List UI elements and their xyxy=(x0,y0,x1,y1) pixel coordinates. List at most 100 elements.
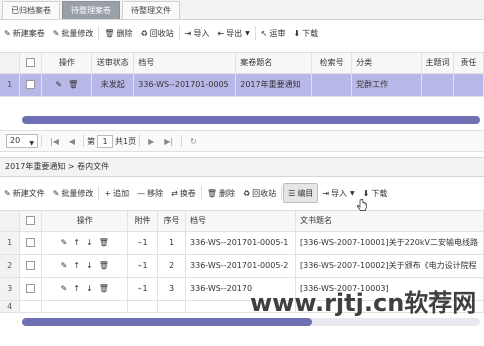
swap-icon: ⇄ xyxy=(171,188,178,198)
arrow-down-icon[interactable]: ↓ xyxy=(86,261,93,270)
pencil-icon: ✎ xyxy=(52,188,60,198)
batch-edit-label: 批量修改 xyxy=(61,188,94,198)
arrow-up-icon[interactable]: ↑ xyxy=(73,238,80,247)
row-attachment[interactable]: ⌁1 xyxy=(127,277,159,301)
horizontal-scrollbar[interactable] xyxy=(22,116,480,124)
tab-archived[interactable]: 已归档案卷 xyxy=(2,1,60,19)
trash-icon[interactable]: 🗑 xyxy=(68,80,78,89)
row-checkbox[interactable] xyxy=(26,284,36,293)
edit-icon[interactable]: ✎ xyxy=(55,80,62,89)
row-attachment[interactable]: ⌁1 xyxy=(127,231,159,255)
column-header-attachment[interactable]: 附件 xyxy=(127,211,159,232)
new-file-button[interactable]: ✎ 新建文件 xyxy=(0,183,49,203)
row-category: 党群工作 xyxy=(351,73,422,97)
new-volume-button[interactable]: ✎ 新建案卷 xyxy=(0,23,49,43)
row-attachment xyxy=(127,300,159,313)
export-button[interactable]: ⇤ 导出 ▼ xyxy=(213,23,253,43)
delete-label: 删除 xyxy=(218,188,235,198)
page-size-select[interactable]: 20 ▼ xyxy=(6,134,38,148)
row-checkbox[interactable] xyxy=(26,238,36,247)
column-header-code[interactable]: 档号 xyxy=(185,211,296,232)
edit-icon[interactable]: ✎ xyxy=(61,261,68,270)
first-page-icon[interactable]: |◀ xyxy=(50,137,59,146)
arrow-down-icon[interactable]: ↓ xyxy=(86,238,93,247)
tab-pending-volumes[interactable]: 待整理案卷 xyxy=(62,1,120,19)
row-keyword xyxy=(421,73,454,97)
page-number-input[interactable]: 1 xyxy=(97,134,114,148)
column-header-seq[interactable]: 序号 xyxy=(157,211,187,232)
arrow-up-icon[interactable]: ↑ xyxy=(73,261,80,270)
delete-button[interactable]: 🗑 删除 xyxy=(203,183,239,203)
plus-icon: + xyxy=(104,188,112,198)
column-header-responsible[interactable]: 责任 xyxy=(453,53,484,74)
column-header-actions[interactable]: 操作 xyxy=(41,53,93,74)
row-checkbox[interactable] xyxy=(26,80,36,89)
grid-header-row: 操作 送审状态 档号 案卷题名 检索号 分类 主题词 责任 xyxy=(0,53,484,74)
row-select-cell[interactable] xyxy=(19,277,43,301)
refresh-icon[interactable]: ↻ xyxy=(190,137,197,146)
new-volume-label: 新建案卷 xyxy=(12,28,45,38)
delete-button[interactable]: 🗑 删除 xyxy=(100,23,136,43)
import-button[interactable]: ⇥ 导入 ▼ xyxy=(318,183,358,203)
row-actions: ✎ ↑ ↓ 🗑 xyxy=(41,277,129,301)
row-select-cell[interactable] xyxy=(19,254,43,278)
recycle-bin-button[interactable]: ♻ 回收站 xyxy=(137,23,178,43)
prev-page-icon[interactable]: ◀ xyxy=(69,137,75,146)
last-page-icon[interactable]: ▶| xyxy=(164,137,173,146)
import-button[interactable]: ⇥ 导入 xyxy=(181,23,214,43)
tab-pending-files[interactable]: 待整理文件 xyxy=(122,1,180,19)
edit-icon[interactable]: ✎ xyxy=(61,238,68,247)
column-header-status[interactable]: 送审状态 xyxy=(91,53,135,74)
table-row[interactable]: 2 ✎ ↑ ↓ 🗑 ⌁1 2 336-WS--201701-0005-2 [336-W… xyxy=(0,254,484,278)
row-seq xyxy=(157,300,187,313)
scrollbar-thumb[interactable] xyxy=(22,318,312,326)
batch-edit-button[interactable]: ✎ 批量修改 xyxy=(49,183,98,203)
column-header-code[interactable]: 档号 xyxy=(133,53,237,74)
download-button[interactable]: ⬇ 下载 xyxy=(289,23,322,43)
column-header-search-no[interactable]: 检索号 xyxy=(311,53,353,74)
edit-icon[interactable]: ✎ xyxy=(61,284,68,293)
column-header-category[interactable]: 分类 xyxy=(351,53,422,74)
row-select-cell[interactable] xyxy=(19,231,43,255)
select-all-cell[interactable] xyxy=(19,53,43,74)
trash-icon[interactable]: 🗑 xyxy=(99,284,109,293)
import-label: 导入 xyxy=(193,28,210,38)
row-checkbox[interactable] xyxy=(26,261,36,270)
append-button[interactable]: + 追加 xyxy=(100,183,133,203)
breadcrumb: 2017年重要通知 > 卷内文件 xyxy=(0,157,484,177)
row-doc-title: [336-WS-2007-10001]关于220kV二安输电线路 xyxy=(295,231,484,255)
arrow-down-icon[interactable]: ↓ xyxy=(86,284,93,293)
pager-divider xyxy=(181,135,183,147)
column-header-actions[interactable]: 操作 xyxy=(41,211,129,232)
submit-review-button[interactable]: ↖ 运审 xyxy=(257,23,290,43)
table-row[interactable]: 1 ✎ 🗑 未发起 336-WS--201701-0005 2017年重要通知 党… xyxy=(0,73,484,97)
scrollbar-thumb[interactable] xyxy=(22,116,480,124)
remove-button[interactable]: — 移除 xyxy=(133,183,167,203)
trash-icon[interactable]: 🗑 xyxy=(99,238,109,247)
change-volume-label: 换卷 xyxy=(179,188,196,198)
table-row[interactable]: 1 ✎ ↑ ↓ 🗑 ⌁1 1 336-WS--201701-0005-1 [336-W… xyxy=(0,231,484,255)
page-total: 共1页 xyxy=(115,136,137,146)
arrow-up-icon[interactable]: ↑ xyxy=(73,284,80,293)
row-number: 2 xyxy=(0,254,21,278)
column-header-keyword[interactable]: 主题词 xyxy=(421,53,454,74)
rownum-header xyxy=(0,53,21,74)
recycle-bin-button[interactable]: ♻ 回收站 xyxy=(239,183,280,203)
column-header-title[interactable]: 案卷题名 xyxy=(235,53,313,74)
horizontal-scrollbar[interactable] xyxy=(22,318,480,326)
select-all-checkbox[interactable] xyxy=(26,216,36,226)
next-page-icon[interactable]: ▶ xyxy=(148,137,154,146)
select-all-checkbox[interactable] xyxy=(26,58,36,68)
change-volume-button[interactable]: ⇄ 换卷 xyxy=(167,183,200,203)
select-all-cell[interactable] xyxy=(19,211,43,232)
row-select-cell[interactable] xyxy=(19,73,43,97)
row-select-cell[interactable] xyxy=(19,300,43,313)
trash-icon: 🗑 xyxy=(104,28,115,38)
remove-label: 移除 xyxy=(147,188,164,198)
list-icon: ☰ xyxy=(288,188,296,198)
catalog-button[interactable]: ☰ 编目 xyxy=(283,183,319,203)
column-header-doc-title[interactable]: 文书题名 xyxy=(295,211,484,232)
trash-icon[interactable]: 🗑 xyxy=(99,261,109,270)
row-attachment[interactable]: ⌁1 xyxy=(127,254,159,278)
batch-edit-button[interactable]: ✎ 批量修改 xyxy=(49,23,98,43)
